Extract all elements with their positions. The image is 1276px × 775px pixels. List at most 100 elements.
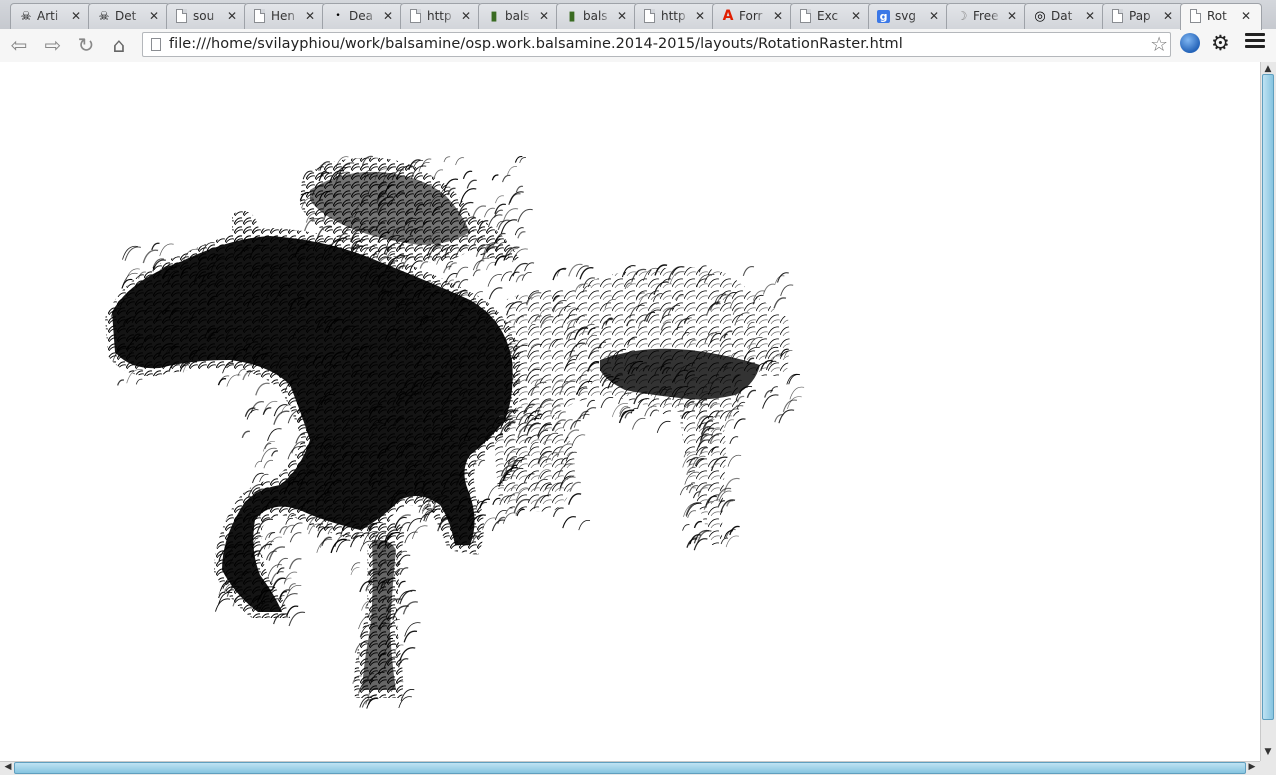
- close-icon[interactable]: ✕: [851, 9, 861, 24]
- star-icon[interactable]: ☆: [1150, 33, 1168, 56]
- glyph-stroke: [443, 156, 451, 163]
- close-icon[interactable]: ✕: [149, 9, 159, 24]
- back-button[interactable]: ⇦: [6, 32, 32, 58]
- tab-15[interactable]: Pap ✕: [1102, 3, 1184, 29]
- glyph-stroke: [492, 497, 501, 505]
- tab-8[interactable]: ▮ bals ✕: [556, 3, 638, 29]
- close-icon[interactable]: ✕: [305, 9, 315, 24]
- glyph-stroke: [508, 271, 520, 282]
- close-icon[interactable]: ✕: [1163, 9, 1173, 24]
- tab-12[interactable]: g svg ✕: [868, 3, 950, 29]
- glyph-stroke: [472, 205, 487, 218]
- glyph-stroke: [419, 261, 429, 269]
- vertical-scroll-thumb[interactable]: [1262, 74, 1274, 720]
- glyph-stroke: [142, 249, 159, 264]
- scroll-left-arrow-icon[interactable]: ◀: [0, 762, 16, 772]
- close-icon[interactable]: ✕: [773, 9, 783, 24]
- tab-5[interactable]: • Dea ✕: [322, 3, 404, 29]
- glyph-stroke: [478, 459, 486, 467]
- glyph-stroke: [276, 557, 288, 568]
- glyph-stroke: [290, 522, 303, 534]
- glyph-stroke: [557, 411, 566, 419]
- glyph-stroke: [262, 407, 272, 415]
- tab-7[interactable]: ▮ bals ✕: [478, 3, 560, 29]
- gear-icon[interactable]: ⚙: [1211, 31, 1230, 55]
- glyph-stroke: [679, 485, 692, 496]
- close-icon[interactable]: ✕: [929, 9, 939, 24]
- glyph-stroke: [500, 271, 513, 282]
- scroll-right-arrow-icon[interactable]: ▶: [1244, 762, 1260, 772]
- tab-title: Pap: [1129, 9, 1151, 23]
- glyph-stroke: [283, 571, 298, 584]
- glyph-stroke: [159, 243, 174, 257]
- glyph-stroke: [789, 386, 805, 400]
- glyph-stroke: [482, 517, 497, 530]
- close-icon[interactable]: ✕: [1007, 9, 1017, 24]
- horse-head: [232, 210, 260, 247]
- glyph-stroke: [487, 274, 502, 287]
- glyph-stroke: [460, 188, 477, 203]
- horizontal-scroll-thumb[interactable]: [14, 762, 1246, 774]
- horse-body-texture: [105, 228, 521, 618]
- glyph-stroke: [217, 377, 227, 386]
- close-icon[interactable]: ✕: [71, 9, 81, 24]
- close-icon[interactable]: ✕: [383, 9, 393, 24]
- glyph-stroke: [321, 537, 332, 546]
- glyph-stroke: [649, 409, 658, 417]
- scroll-down-arrow-icon[interactable]: ▼: [1260, 747, 1276, 757]
- tab-11[interactable]: Exc ✕: [790, 3, 872, 29]
- page-content: [0, 62, 1260, 761]
- close-icon[interactable]: ✕: [1241, 9, 1251, 24]
- tab-10[interactable]: A Forr ✕: [712, 3, 794, 29]
- glyph-stroke: [335, 539, 351, 553]
- close-icon[interactable]: ✕: [539, 9, 549, 24]
- tab-6[interactable]: http ✕: [400, 3, 482, 29]
- glyph-stroke: [582, 407, 597, 420]
- tab-2[interactable]: ☠ Det ✕: [88, 3, 170, 29]
- pirate-icon: ☠: [20, 9, 32, 23]
- tab-3[interactable]: sou ✕: [166, 3, 248, 29]
- tab-16[interactable]: Rot ✕: [1180, 3, 1262, 30]
- tab-4[interactable]: Hen ✕: [244, 3, 326, 29]
- document-icon: [176, 9, 187, 23]
- tab-title: http: [661, 9, 686, 23]
- glyph-stroke: [484, 207, 495, 218]
- google-icon: g: [877, 10, 890, 23]
- globe-icon[interactable]: [1180, 33, 1200, 53]
- glyph-stroke: [778, 409, 795, 424]
- close-icon[interactable]: ✕: [461, 9, 471, 24]
- close-icon[interactable]: ✕: [227, 9, 237, 24]
- tab-title: Dat: [1051, 9, 1073, 23]
- url-text[interactable]: file:///home/svilayphiou/work/balsamine/…: [169, 36, 903, 52]
- glyph-stroke: [472, 269, 481, 277]
- close-icon[interactable]: ✕: [695, 9, 705, 24]
- glyph-stroke: [693, 538, 708, 551]
- home-button[interactable]: ⌂: [106, 32, 132, 58]
- glyph-stroke: [723, 477, 740, 492]
- scroll-up-arrow-icon[interactable]: ▲: [1260, 64, 1276, 74]
- close-icon[interactable]: ✕: [1085, 9, 1095, 24]
- tab-title: Forr: [739, 9, 763, 23]
- tab-title: Exc: [817, 9, 839, 23]
- glyph-stroke: [502, 174, 511, 183]
- document-icon: [644, 9, 655, 23]
- forward-button[interactable]: ⇨: [40, 32, 66, 58]
- glyph-stroke: [517, 231, 526, 239]
- reload-button[interactable]: ↻: [73, 32, 99, 58]
- tab-9[interactable]: http ✕: [634, 3, 716, 29]
- glyph-stroke: [521, 271, 532, 281]
- tab-14[interactable]: ◎ Dat ✕: [1024, 3, 1106, 29]
- tab-title: http: [427, 9, 452, 23]
- address-bar[interactable]: file:///home/svilayphiou/work/balsamine/…: [142, 32, 1171, 57]
- glyph-stroke: [404, 531, 418, 544]
- glyph-stroke: [252, 472, 264, 484]
- glyph-stroke: [502, 512, 516, 524]
- glyph-stroke: [724, 419, 734, 428]
- close-icon[interactable]: ✕: [617, 9, 627, 24]
- glyph-stroke: [578, 519, 591, 531]
- tab-1[interactable]: ☠ Arti ✕: [10, 3, 92, 29]
- hamburger-menu-icon[interactable]: [1245, 33, 1265, 51]
- glyph-stroke: [433, 169, 444, 178]
- tab-title: bals: [505, 9, 530, 23]
- tab-13[interactable]: ☽ Free ✕: [946, 3, 1028, 29]
